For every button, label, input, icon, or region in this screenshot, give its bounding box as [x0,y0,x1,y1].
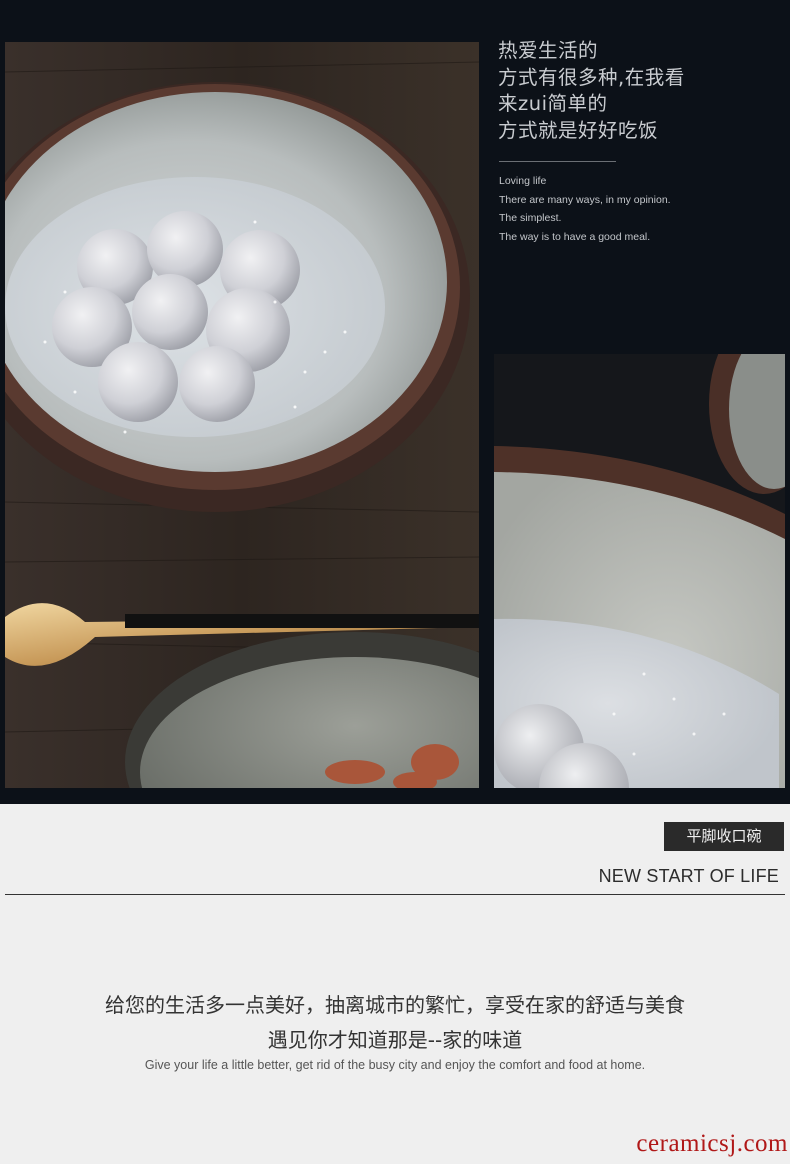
hero-section: 热爱生活的 方式有很多种,在我看 来zui简单的 方式就是好好吃饭 Loving… [0,0,790,804]
hero-divider [499,161,616,162]
side-photo-illustration [494,354,785,788]
hero-english-line: There are many ways, in my opinion. [499,193,671,206]
section-title: NEW START OF LIFE [598,866,779,886]
product-label: 平脚收口碗 [664,822,784,851]
hero-english-line: The way is to have a good meal. [499,230,651,243]
section-divider [5,894,785,895]
main-photo-illustration [5,42,479,788]
body-text-cn-line2: 遇见你才知道那是--家的味道 [267,1028,523,1052]
hero-english-line: Loving life [499,175,547,187]
body-text-en: Give your life a little better, get rid … [144,1058,646,1072]
side-photo-bowl-closeup [494,354,785,788]
hero-heading-cn: 热爱生活的 方式有很多种,在我看 来zui简单的 方式就是好好吃饭 [498,38,778,144]
hero-heading-line: 来zui简单的 [498,92,608,115]
hero-english-line: The simplest. [499,212,562,224]
site-watermark: ceramicsj.com [636,1130,788,1157]
main-photo-bowl-of-rice-balls [5,42,479,788]
hero-heading-line: 方式有很多种,在我看 [498,65,685,89]
hero-heading-line: 热爱生活的 [498,39,599,62]
body-text-cn-line1: 给您的生活多一点美好，抽离城市的繁忙，享受在家的舒适与美食 [105,993,685,1017]
hero-english-text: Loving life There are many ways, in my o… [499,172,779,246]
hero-heading-line: 方式就是好好吃饭 [498,118,659,142]
